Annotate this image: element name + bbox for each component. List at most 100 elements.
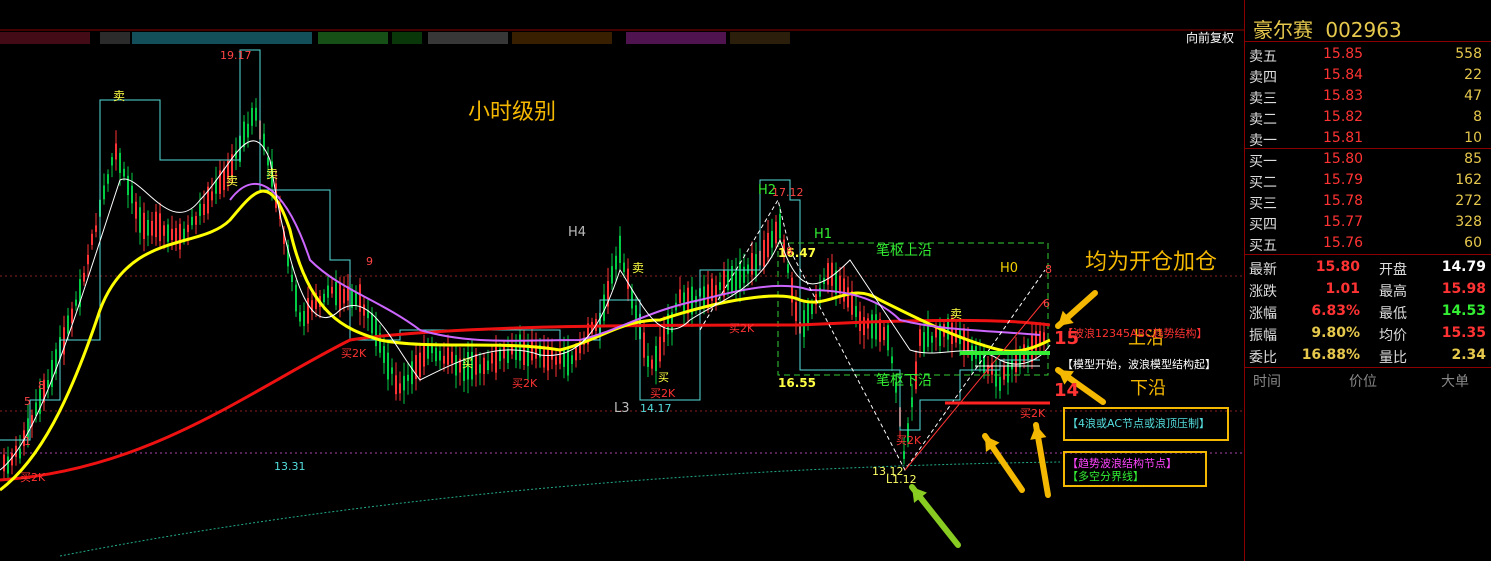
ask-row[interactable]: 卖一 15.81 10	[1245, 127, 1491, 149]
candle-body	[435, 347, 437, 362]
ticks-time-header: 时间	[1253, 374, 1281, 390]
ask-row[interactable]: 卖二 15.82 8	[1245, 106, 1491, 128]
adjust-label[interactable]: 向前复权	[1186, 32, 1234, 44]
legend-wave4-ac: 【4浪或AC节点或浪顶压制】	[1067, 417, 1211, 430]
candle-body	[871, 314, 873, 339]
candle-body	[343, 288, 345, 304]
signal-buy2k-1: 买2K	[341, 347, 367, 360]
candle-body	[375, 318, 377, 347]
candle-body	[651, 359, 653, 369]
candle-body	[623, 262, 625, 272]
wave-label-h1: H1	[814, 227, 833, 242]
signal-num-6: 6	[1043, 297, 1050, 310]
candle-body	[395, 375, 397, 395]
candle-body	[743, 266, 745, 283]
candle-body	[919, 329, 921, 346]
stat-value: 15.35	[1441, 325, 1486, 341]
candle-body	[555, 356, 557, 365]
candle-body	[147, 219, 149, 236]
signal-sell-5: 卖	[950, 307, 963, 321]
stock-title: 豪尔赛 002963	[1253, 14, 1402, 43]
candle-body	[503, 346, 505, 359]
ask-row[interactable]: 卖四 15.84 22	[1245, 64, 1491, 86]
ask-volume: 22	[1464, 67, 1482, 83]
candle-body	[747, 264, 749, 274]
candle-body	[631, 289, 633, 309]
price-13-31: 13.31	[274, 460, 306, 473]
wave-label-h4: H4	[568, 225, 587, 240]
price-14-17: 14.17	[640, 402, 672, 415]
candle-body	[7, 456, 9, 474]
price-19-17: 19.17	[220, 49, 252, 62]
candle-body	[655, 346, 657, 372]
candle-body	[211, 191, 213, 201]
candle-body	[443, 355, 445, 364]
price-17-12: 17.12	[772, 186, 804, 199]
candle-body	[351, 288, 353, 308]
candle-body	[643, 332, 645, 358]
candle-body	[155, 211, 157, 238]
bid-label: 买一	[1249, 154, 1277, 170]
candle-body	[127, 175, 129, 196]
stat-value: 9.80%	[1311, 325, 1360, 341]
signal-num-1: 1	[24, 435, 31, 448]
candle-body	[411, 361, 413, 385]
stat-label: 最低	[1379, 306, 1407, 322]
signal-buy2k-5: 买2K	[896, 434, 922, 447]
candle-body	[339, 283, 341, 311]
chart-canvas[interactable]	[0, 0, 1244, 561]
bid-row[interactable]: 买二 15.79 162	[1245, 169, 1491, 191]
bid-row[interactable]: 买五 15.76 60	[1245, 232, 1491, 254]
bid-volume: 272	[1455, 193, 1482, 209]
bid-price: 15.76	[1323, 235, 1364, 251]
candle-body	[1043, 332, 1045, 342]
candle-body	[771, 231, 773, 248]
candle-body	[571, 355, 573, 365]
stat-value: 1.01	[1325, 281, 1360, 297]
kline-chart[interactable]: 向前复权 小时级别 均为开仓加仓 H4 H2 H1 H0 L3 L1.12 笔枢…	[0, 0, 1244, 561]
signal-num-8b: 8	[786, 245, 793, 258]
stat-value: 15.80	[1315, 259, 1360, 275]
candle-body	[575, 347, 577, 361]
ask-row[interactable]: 卖五 15.85 558	[1245, 43, 1491, 65]
candle-body	[679, 289, 681, 303]
stat-row: 委比 16.88% 量比 2.34	[1245, 344, 1491, 366]
lower-edge-label: 下沿	[1130, 378, 1166, 399]
candle-body	[827, 263, 829, 285]
candle-body	[551, 349, 553, 360]
annotation-open-add: 均为开仓加仓	[1085, 250, 1218, 275]
candle-body	[111, 157, 113, 166]
annotation-hour-level: 小时级别	[468, 100, 557, 125]
indicator-toolbar[interactable]	[0, 32, 790, 44]
candle-body	[87, 254, 89, 265]
candle-body	[179, 223, 181, 250]
candle-body	[659, 336, 661, 362]
candle-body	[391, 367, 393, 374]
bid-row[interactable]: 买四 15.77 328	[1245, 211, 1491, 233]
candle-body	[407, 374, 409, 381]
signal-buy2k-7: 买2K	[20, 471, 46, 484]
candle-body	[103, 185, 105, 200]
candle-body	[483, 357, 485, 374]
candle-body	[83, 272, 85, 282]
wave-label-l3: L3	[614, 401, 630, 416]
signal-num-9: 9	[366, 255, 373, 268]
bid-row[interactable]: 买三 15.78 272	[1245, 190, 1491, 212]
candle-body	[911, 397, 913, 408]
candle-body	[491, 352, 493, 364]
signal-sell-2: 卖	[226, 174, 239, 188]
candle-body	[451, 351, 453, 364]
ticks-price-header: 价位	[1349, 374, 1377, 390]
candle-body	[327, 285, 329, 298]
bid-label: 买五	[1249, 238, 1277, 254]
candle-body	[1007, 361, 1009, 383]
legend-bull-bear: 【多空分界线】	[1067, 470, 1144, 483]
candle-body	[751, 253, 753, 275]
ask-row[interactable]: 卖三 15.83 47	[1245, 85, 1491, 107]
stat-value: 15.98	[1441, 281, 1486, 297]
candle-body	[703, 286, 705, 308]
candle-body	[355, 291, 357, 307]
bid-row[interactable]: 买一 15.80 85	[1245, 148, 1491, 170]
signal-sell-1: 卖	[113, 89, 126, 103]
candle-body	[811, 304, 813, 315]
